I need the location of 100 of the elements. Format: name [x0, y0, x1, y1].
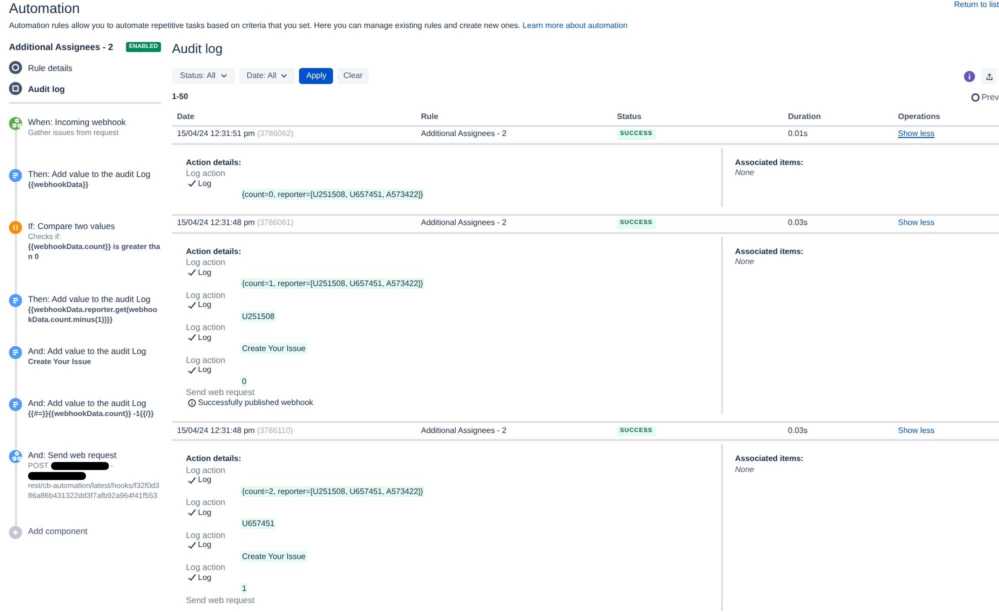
action-name: Log action	[186, 530, 226, 540]
show-less-link[interactable]: Show less	[898, 426, 934, 435]
check-icon	[188, 476, 196, 484]
action-name: Log action	[186, 354, 226, 365]
table-cell-text: Additional Assignees - 2	[421, 218, 508, 229]
lines-icon	[9, 294, 22, 307]
apply-button[interactable]: Apply	[299, 68, 334, 84]
log-value: 0	[241, 376, 248, 386]
table-cell-text: Additional Assignees - 2	[421, 426, 508, 436]
component-title[interactable]: Add component	[28, 526, 88, 537]
action-result: Successfully published webhook	[198, 398, 314, 408]
component-title: If: Compare two values	[28, 221, 116, 232]
check-icon	[188, 334, 196, 342]
table-cell-text: 0.03s	[788, 218, 809, 229]
component-title: When: Incoming webhook	[28, 117, 126, 128]
associated-value: None	[735, 464, 756, 475]
log-value: {count=1, reporter=[U251508, U657451, A573422]}	[241, 278, 424, 289]
lines-icon	[9, 169, 22, 182]
filter-dropdown[interactable]: Date: All	[238, 68, 296, 84]
details-heading: Action details:	[186, 246, 242, 257]
webhook-icon	[9, 450, 22, 463]
column-header: Date	[177, 112, 196, 123]
table-cell-text: 15/04/24 12:31:48 pm (3786061)	[177, 218, 295, 229]
check-icon	[188, 509, 196, 516]
lines-icon	[9, 398, 22, 411]
nav-item[interactable]: Audit log	[9, 82, 161, 95]
loading-circle-icon	[970, 92, 980, 102]
check-icon	[188, 302, 196, 309]
column-header: Rule	[421, 112, 440, 123]
check-icon	[188, 366, 196, 374]
table-cell-text: 0.03s	[788, 426, 809, 436]
redaction-mark	[50, 462, 109, 470]
webhook-icon	[9, 117, 22, 130]
associated-value: None	[735, 168, 756, 178]
info-icon	[964, 70, 975, 82]
result-range: 1-50	[172, 92, 188, 102]
action-result: Log	[198, 572, 212, 583]
action-name: Log action	[186, 562, 226, 572]
log-value: {count=2, reporter=[U251508, U657451, A573422]}	[241, 486, 424, 496]
lines-icon	[9, 346, 22, 359]
log-value: Create Your Issue	[241, 550, 307, 562]
page-description: Automation rules allow you to automate repetitive tasks based on criteria that you set. Here you can manage existing rules and create new ones. Learn more about automation	[9, 20, 629, 31]
info-circle-icon	[188, 398, 196, 407]
list-icon	[9, 82, 22, 95]
associated-heading: Associated items:	[735, 158, 804, 168]
page-title: Automation	[9, 0, 80, 16]
redaction-mark	[28, 472, 86, 480]
action-name: Send web request	[186, 387, 256, 398]
component-title: Then: Add value to the audit Log	[28, 169, 150, 180]
associated-heading: Associated items:	[735, 454, 804, 464]
rule-name: Additional Assignees - 2	[9, 41, 114, 53]
log-value: {count=0, reporter=[U251508, U657451, A573422]}	[241, 189, 424, 200]
prev-link[interactable]: Prev	[970, 92, 999, 102]
section-title: Audit log	[172, 41, 223, 57]
column-header: Status	[617, 112, 642, 123]
component-title: And: Send web request	[28, 450, 118, 461]
component-title: Then: Add value to the audit Log	[28, 294, 152, 305]
check-icon	[188, 180, 196, 188]
component-title: And: Add value to the audit Log	[28, 398, 148, 409]
nav-item[interactable]: Rule details	[9, 61, 161, 74]
return-link[interactable]: Return to list	[954, 0, 999, 10]
action-result: Log	[198, 300, 212, 310]
check-icon	[188, 269, 196, 276]
action-result: Log	[198, 508, 212, 518]
share-icon	[986, 72, 992, 80]
chevron-down-icon	[220, 74, 227, 78]
action-name: Log action	[186, 257, 226, 268]
chevron-down-icon	[281, 74, 288, 78]
share-button[interactable]	[981, 68, 997, 84]
details-heading: Action details:	[186, 454, 242, 464]
action-name: Log action	[186, 464, 226, 475]
action-name: Log action	[186, 290, 226, 300]
learn-more-link[interactable]: Learn more about automation	[522, 20, 628, 30]
action-result: Log	[198, 332, 212, 343]
show-less-link[interactable]: Show less	[898, 218, 934, 228]
filter-dropdown[interactable]: Status: All	[172, 68, 235, 84]
action-name: Send web request	[186, 594, 256, 605]
log-value: 1	[241, 583, 248, 594]
column-header: Operations	[898, 112, 942, 123]
associated-value: None	[735, 257, 756, 268]
log-value: U657451	[241, 518, 276, 529]
check-icon	[188, 574, 196, 582]
clear-button[interactable]: Clear	[337, 68, 369, 84]
table-cell-text: 0.01s	[788, 129, 809, 140]
braces-icon	[9, 221, 22, 234]
table-cell-text: 15/04/24 12:31:48 pm (3786110)	[177, 426, 294, 436]
action-result: Log	[198, 540, 212, 550]
log-value: Create Your Issue	[241, 343, 307, 354]
log-value: U251508	[241, 310, 276, 322]
plus-icon	[9, 526, 22, 539]
column-header: Duration	[788, 112, 822, 123]
component-title: And: Add value to the audit Log	[28, 346, 146, 357]
info-circle-icon	[9, 61, 22, 74]
check-icon	[188, 542, 196, 549]
action-name: Log action	[186, 168, 226, 178]
table-cell-text: 15/04/24 12:31:51 pm (3786062)	[177, 129, 295, 140]
table-cell-text: Additional Assignees - 2	[421, 129, 508, 140]
show-less-link[interactable]: Show less	[898, 129, 934, 138]
action-result: Log	[198, 365, 212, 376]
action-name: Log action	[186, 322, 226, 332]
